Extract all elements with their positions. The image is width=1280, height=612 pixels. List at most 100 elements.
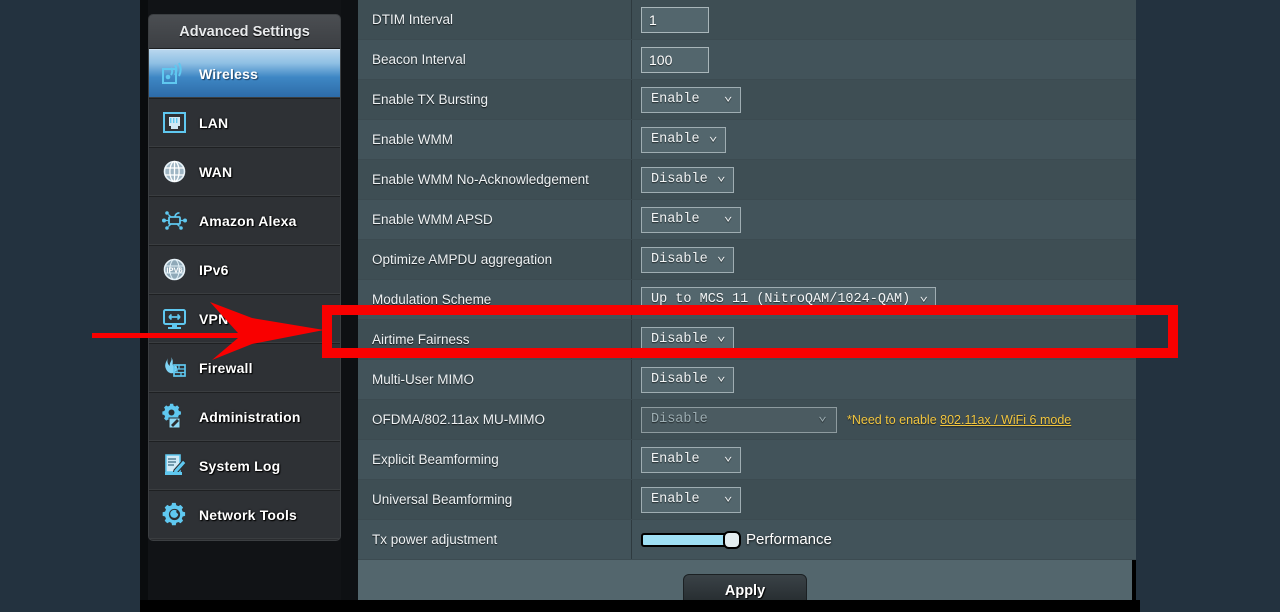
setting-control-cell: Disable ⌄ *Need to enable 802.11ax / WiFi … xyxy=(632,400,1136,439)
select-value: Disable xyxy=(651,252,708,267)
setting-control-cell: Disable ⌄ xyxy=(632,360,1136,399)
sidebar-item-label: System Log xyxy=(199,457,281,474)
setting-enable-wmm-select[interactable]: Enable ⌄ xyxy=(641,126,726,153)
wifi6-mode-link[interactable]: 802.11ax / WiFi 6 mode xyxy=(940,413,1071,427)
setting-modulation-scheme-select[interactable]: Up to MCS 11 (NitroQAM/1024-QAM) ⌄ xyxy=(641,286,937,313)
setting-control-cell: Disable ⌄ xyxy=(632,160,1136,199)
svg-text:IPV6: IPV6 xyxy=(166,266,182,275)
setting-explicit-beamforming-select[interactable]: Enable ⌄ xyxy=(641,446,741,473)
chevron-down-icon: ⌄ xyxy=(723,488,733,505)
setting-label: Tx power adjustment xyxy=(358,520,632,559)
setting-control-cell: Up to MCS 11 (NitroQAM/1024-QAM) ⌄ xyxy=(632,280,1136,319)
settings-row: Enable WMM No-Acknowledgement Disable ⌄ xyxy=(358,160,1136,200)
chevron-down-icon: ⌄ xyxy=(723,208,733,225)
setting-label: OFDMA/802.11ax MU-MIMO xyxy=(358,400,632,439)
page-bottom-border xyxy=(140,600,1140,612)
setting-label: Explicit Beamforming xyxy=(358,440,632,479)
setting-dtim-interval-input[interactable]: 1 xyxy=(641,6,709,33)
settings-row-list: DTIM Interval 1 Beacon Interval 100 Enable T… xyxy=(358,0,1136,560)
sidebar-item-label: LAN xyxy=(199,114,229,131)
sidebar-item-list: Wireless LAN WAN Amazon Alexa IPV6 IPv6 VPN Fir… xyxy=(149,49,340,539)
sidebar-item-wireless[interactable]: Wireless xyxy=(149,49,340,98)
select-value: Enable xyxy=(651,212,700,227)
chevron-down-icon: ⌄ xyxy=(716,248,726,265)
settings-row: Modulation Scheme Up to MCS 11 (NitroQAM/… xyxy=(358,280,1136,320)
slider-handle[interactable] xyxy=(723,530,741,549)
select-value: Enable xyxy=(651,452,700,467)
sidebar-item-administration[interactable]: Administration xyxy=(149,392,340,441)
setting-universal-beamforming-select[interactable]: Enable ⌄ xyxy=(641,486,741,513)
sidebar-item-system-log[interactable]: System Log xyxy=(149,441,340,490)
ofdma-requirement-note: *Need to enable 802.11ax / WiFi 6 mode xyxy=(847,413,1071,427)
setting-control-cell: Enable ⌄ xyxy=(632,80,1136,119)
wireless-icon xyxy=(161,60,188,87)
select-value: Disable xyxy=(651,412,708,427)
globe-icon xyxy=(161,158,188,185)
sidebar-item-network-tools[interactable]: Network Tools xyxy=(149,490,340,539)
sidebar-item-label: Wireless xyxy=(199,65,259,82)
sidebar-item-vpn[interactable]: VPN xyxy=(149,294,340,343)
setting-ofdma-802-11ax-mu-mimo-select: Disable ⌄ xyxy=(641,406,837,433)
setting-label: Multi-User MIMO xyxy=(358,360,632,399)
chevron-down-icon: ⌄ xyxy=(708,128,718,145)
sidebar-item-firewall[interactable]: Firewall xyxy=(149,343,340,392)
setting-label: Enable TX Bursting xyxy=(358,80,632,119)
setting-enable-tx-bursting-select[interactable]: Enable ⌄ xyxy=(641,86,741,113)
wireless-professional-settings-panel: DTIM Interval 1 Beacon Interval 100 Enable T… xyxy=(358,0,1136,612)
settings-row: Enable WMM APSD Enable ⌄ xyxy=(358,200,1136,240)
log-pencil-icon xyxy=(161,452,188,479)
settings-row: Airtime Fairness Disable ⌄ xyxy=(358,320,1136,360)
tx-power-level-label: Performance xyxy=(746,531,832,548)
setting-control-cell: Disable ⌄ xyxy=(632,320,1136,359)
setting-multi-user-mimo-select[interactable]: Disable ⌄ xyxy=(641,366,734,393)
chevron-down-icon: ⌄ xyxy=(919,288,929,305)
setting-beacon-interval-input[interactable]: 100 xyxy=(641,46,709,73)
sidebar-item-lan[interactable]: LAN xyxy=(149,98,340,147)
setting-optimize-ampdu-aggregation-select[interactable]: Disable ⌄ xyxy=(641,246,734,273)
sidebar-title: Advanced Settings xyxy=(149,15,340,49)
sidebar-item-label: Amazon Alexa xyxy=(199,212,297,229)
setting-label: Enable WMM APSD xyxy=(358,200,632,239)
tx-power-slider[interactable] xyxy=(641,530,741,549)
sidebar-item-label: VPN xyxy=(199,310,229,327)
gear-edit-icon xyxy=(161,403,188,430)
settings-row: OFDMA/802.11ax MU-MIMO Disable ⌄ *Need to e… xyxy=(358,400,1136,440)
sidebar-item-ipv6[interactable]: IPV6 IPv6 xyxy=(149,245,340,294)
setting-label: Universal Beamforming xyxy=(358,480,632,519)
ipv6-globe-icon: IPV6 xyxy=(161,256,188,283)
sidebar-item-amazon-alexa[interactable]: Amazon Alexa xyxy=(149,196,340,245)
gear-wrench-icon xyxy=(161,501,188,528)
setting-label: Enable WMM xyxy=(358,120,632,159)
settings-row: Universal Beamforming Enable ⌄ xyxy=(358,480,1136,520)
sidebar-item-label: Administration xyxy=(199,408,301,425)
setting-enable-wmm-apsd-select[interactable]: Enable ⌄ xyxy=(641,206,741,233)
settings-row: Optimize AMPDU aggregation Disable ⌄ xyxy=(358,240,1136,280)
select-value: Disable xyxy=(651,332,708,347)
settings-row: DTIM Interval 1 xyxy=(358,0,1136,40)
select-value: Enable xyxy=(651,492,700,507)
select-value: Up to MCS 11 (NitroQAM/1024-QAM) xyxy=(651,292,911,307)
settings-row: Enable WMM Enable ⌄ xyxy=(358,120,1136,160)
settings-row: Multi-User MIMO Disable ⌄ xyxy=(358,360,1136,400)
setting-label: DTIM Interval xyxy=(358,0,632,39)
setting-enable-wmm-no-acknowledgement-select[interactable]: Disable ⌄ xyxy=(641,166,734,193)
setting-airtime-fairness-select[interactable]: Disable ⌄ xyxy=(641,326,734,353)
sidebar-item-label: Firewall xyxy=(199,359,253,376)
chevron-down-icon: ⌄ xyxy=(723,448,733,465)
chevron-down-icon: ⌄ xyxy=(716,368,726,385)
chevron-down-icon: ⌄ xyxy=(723,88,733,105)
settings-row: Enable TX Bursting Enable ⌄ xyxy=(358,80,1136,120)
setting-label: Modulation Scheme xyxy=(358,280,632,319)
vpn-monitor-icon xyxy=(161,305,188,332)
setting-control-cell: 1 xyxy=(632,0,1136,39)
chevron-down-icon: ⌄ xyxy=(817,408,827,425)
setting-label: Enable WMM No-Acknowledgement xyxy=(358,160,632,199)
setting-label: Optimize AMPDU aggregation xyxy=(358,240,632,279)
alexa-icon xyxy=(161,207,188,234)
settings-row: Explicit Beamforming Enable ⌄ xyxy=(358,440,1136,480)
router-admin-screen: Advanced Settings Wireless LAN WAN Amazon A… xyxy=(0,0,1280,612)
sidebar-left-border xyxy=(140,0,148,612)
setting-control-cell: 100 xyxy=(632,40,1136,79)
setting-control-cell: Enable ⌄ xyxy=(632,120,1136,159)
sidebar-item-wan[interactable]: WAN xyxy=(149,147,340,196)
